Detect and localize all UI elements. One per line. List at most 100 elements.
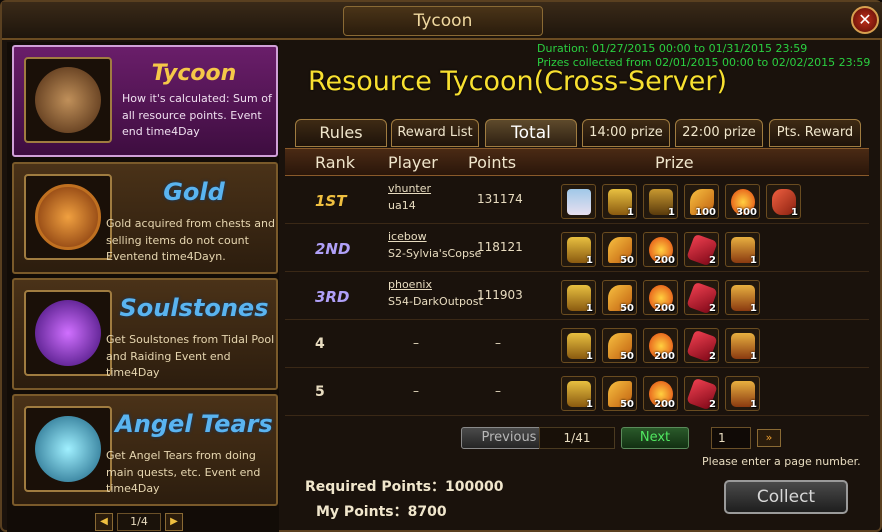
category-card-soulstones[interactable]: Soulstones Get Soulstones from Tidal Poo… (12, 278, 278, 390)
sidebar-pager: ◀ 1/4 ▶ (95, 512, 183, 532)
prize-item[interactable]: 1 (561, 280, 596, 315)
rank-label: 1ST (315, 192, 347, 210)
prize-qty: 1 (750, 303, 757, 314)
prize-item[interactable]: 1 (561, 232, 596, 267)
prize-item[interactable]: 1 (561, 376, 596, 411)
prize-qty: 200 (654, 255, 675, 266)
prize-item[interactable] (561, 184, 596, 219)
prize-item[interactable]: 300 (725, 184, 760, 219)
table-row: 4 – – 1 50 200 2 1 (285, 322, 869, 368)
prize-item[interactable]: 2 (684, 280, 719, 315)
page-indicator: 1/41 (539, 427, 615, 449)
card-desc: Get Soulstones from Tidal Pool and Raidi… (106, 333, 275, 379)
window-title: Tycoon (343, 6, 543, 36)
tab-bar: Rules Reward List Total 14:00 prize 22:0… (295, 119, 875, 147)
category-card-tycoon[interactable]: Tycoon How it's calculated: Sum of all r… (12, 45, 278, 157)
player-server: ua14 (388, 199, 416, 212)
table-row: 1ST vhunter ua14 131174 1 1 100 300 1 (285, 178, 869, 224)
card-title: Soulstones (119, 294, 269, 322)
prize-qty: 1 (750, 399, 757, 410)
prize-item[interactable]: 50 (602, 232, 637, 267)
prize-item[interactable]: 200 (643, 376, 678, 411)
prize-item[interactable]: 1 (725, 232, 760, 267)
card-title: Angel Tears (115, 410, 273, 438)
prize-item[interactable]: 50 (602, 376, 637, 411)
prize-item[interactable]: 1 (766, 184, 801, 219)
page-title: Resource Tycoon(Cross-Server) (308, 66, 728, 97)
collect-button[interactable]: Collect (724, 480, 848, 514)
page-number-input[interactable]: 1 (711, 427, 751, 449)
prize-item[interactable]: 200 (643, 232, 678, 267)
page-hint: Please enter a page number. (702, 455, 861, 468)
prize-item[interactable]: 100 (684, 184, 719, 219)
prize-qty: 1 (627, 207, 634, 218)
prize-qty: 2 (709, 255, 716, 266)
prize-list: 1 1 100 300 1 (561, 184, 801, 219)
prize-qty: 1 (750, 351, 757, 362)
rank-label: 2ND (315, 240, 351, 258)
prize-item[interactable]: 200 (643, 328, 678, 363)
prize-qty: 2 (709, 399, 716, 410)
tab-14-00-prize[interactable]: 14:00 prize (582, 119, 670, 147)
prize-qty: 1 (791, 207, 798, 218)
player-empty: – (413, 384, 419, 398)
prize-item[interactable]: 200 (643, 280, 678, 315)
portrait-icon (567, 189, 591, 215)
prize-item[interactable]: 50 (602, 280, 637, 315)
prize-list: 1 50 200 2 1 (561, 232, 760, 267)
prize-item[interactable]: 2 (684, 232, 719, 267)
prize-qty: 50 (620, 255, 634, 266)
prize-item[interactable]: 1 (725, 328, 760, 363)
prize-list: 1 50 200 2 1 (561, 328, 760, 363)
player-points: 118121 (477, 240, 523, 254)
sidebar-next-icon[interactable]: ▶ (165, 513, 183, 531)
player-points: 111903 (477, 288, 523, 302)
category-card-angel-tears[interactable]: Angel Tears Get Angel Tears from doing m… (12, 394, 278, 506)
tab-total[interactable]: Total (485, 119, 577, 147)
sidebar-prev-icon[interactable]: ◀ (95, 513, 113, 531)
tab-reward-list[interactable]: Reward List (391, 119, 479, 147)
prize-item[interactable]: 1 (561, 328, 596, 363)
category-card-gold[interactable]: Gold Gold acquired from chests and selli… (12, 162, 278, 274)
col-prize: Prize (655, 153, 694, 172)
col-player: Player (388, 153, 438, 172)
angel-tears-flask-icon (24, 406, 112, 492)
player-name-link[interactable]: phoenix (388, 278, 432, 291)
prize-qty: 50 (620, 303, 634, 314)
required-points: Required Points：100000 (305, 479, 504, 495)
rank-label: 5 (315, 384, 325, 400)
player-name-link[interactable]: vhunter (388, 182, 431, 195)
prize-qty: 200 (654, 399, 675, 410)
tab-rules[interactable]: Rules (295, 119, 387, 147)
prize-item[interactable]: 1 (725, 280, 760, 315)
merchant-portrait-icon (24, 57, 112, 143)
gold-coin-icon (24, 174, 112, 260)
player-server: S2-Sylvia'sCopse (388, 247, 482, 260)
prize-item[interactable]: 2 (684, 328, 719, 363)
tab-pts-reward[interactable]: Pts. Reward (769, 119, 861, 147)
prize-item[interactable]: 1 (643, 184, 678, 219)
prize-qty: 50 (620, 351, 634, 362)
prize-list: 1 50 200 2 1 (561, 280, 760, 315)
prize-item[interactable]: 1 (602, 184, 637, 219)
col-rank: Rank (315, 153, 355, 172)
tab-22-00-prize[interactable]: 22:00 prize (675, 119, 763, 147)
close-icon[interactable]: ✕ (851, 6, 879, 34)
prize-qty: 1 (586, 255, 593, 266)
player-empty: – (413, 336, 419, 350)
prize-item[interactable]: 2 (684, 376, 719, 411)
prize-list: 1 50 200 2 1 (561, 376, 760, 411)
player-name-link[interactable]: icebow (388, 230, 427, 243)
prize-item[interactable]: 50 (602, 328, 637, 363)
go-page-button[interactable]: » (757, 429, 781, 447)
prize-item[interactable]: 1 (725, 376, 760, 411)
col-points: Points (468, 153, 517, 172)
next-button[interactable]: Next (621, 427, 689, 449)
prize-qty: 200 (654, 351, 675, 362)
card-title: Tycoon (151, 61, 237, 86)
table-header: Rank Player Points Prize (285, 148, 869, 176)
my-points: My Points：8700 (316, 504, 447, 520)
prize-qty: 1 (586, 303, 593, 314)
card-desc: How it's calculated: Sum of all resource… (122, 92, 272, 138)
table-row: 3RD phoenix S54-DarkOutpost 111903 1 50 200 2 1 (285, 274, 869, 320)
